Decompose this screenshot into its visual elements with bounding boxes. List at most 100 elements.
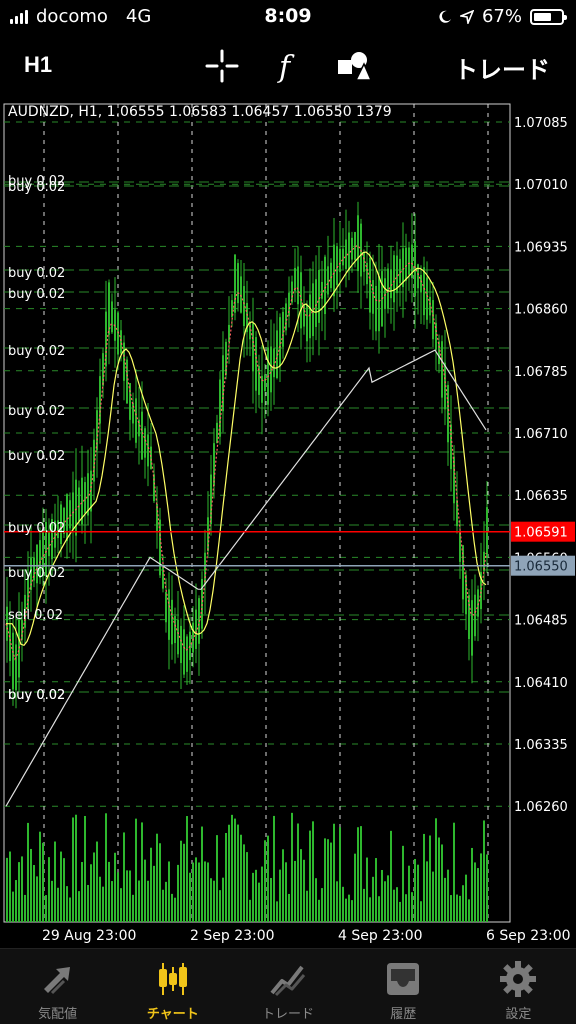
volume-bar	[48, 857, 50, 922]
candle-body	[129, 383, 131, 420]
crosshair-icon[interactable]	[204, 48, 240, 84]
volume-bar	[207, 862, 209, 922]
shapes-icon[interactable]	[336, 48, 372, 84]
tab-chart[interactable]: チャート	[115, 949, 230, 1024]
volume-bar	[315, 878, 317, 922]
candle-body	[120, 330, 122, 354]
candle-body	[111, 301, 113, 333]
symbol-info: AUDNZD, H1, 1.06555 1.06583 1.06457 1.06…	[8, 104, 392, 120]
volume-bar	[474, 862, 476, 922]
candle-body	[135, 398, 137, 443]
candle-body	[141, 411, 143, 460]
volume-bar	[363, 888, 365, 922]
volume-bar	[345, 898, 347, 922]
volume-bar	[444, 877, 446, 922]
candle-body	[318, 270, 320, 323]
volume-bar	[126, 870, 128, 922]
trade-button[interactable]: トレード	[454, 50, 550, 85]
candle-body	[456, 500, 458, 527]
tab-trade[interactable]: トレード	[230, 949, 345, 1024]
candle-body	[105, 311, 107, 367]
volume-bar	[15, 880, 17, 922]
time-label: 4 Sep 23:00	[338, 928, 423, 944]
volume-bar	[426, 861, 428, 922]
volume-bar	[69, 897, 71, 922]
candle-body	[399, 258, 401, 284]
volume-bar	[282, 849, 284, 922]
tab-settings[interactable]: 設定	[461, 949, 576, 1024]
candle-body	[174, 616, 176, 644]
candle-body	[183, 629, 185, 675]
volume-bar	[372, 876, 374, 922]
candle-body	[345, 239, 347, 269]
volume-bar	[21, 856, 23, 922]
volume-bar	[141, 822, 143, 922]
volume-bar	[225, 833, 227, 922]
candle-body	[357, 215, 359, 272]
volume-bar	[384, 881, 386, 922]
candle-body	[405, 247, 407, 282]
volume-bar	[273, 815, 275, 922]
volume-bar	[279, 869, 281, 922]
candle-body	[213, 443, 215, 486]
candle-body	[453, 456, 455, 504]
candle-body	[378, 276, 380, 332]
candle-body	[393, 255, 395, 303]
tab-history[interactable]: 履歴	[346, 949, 461, 1024]
timeframe-button[interactable]: H1	[24, 52, 52, 78]
volume-bar	[6, 857, 8, 922]
tab-quotes[interactable]: 気配値	[0, 949, 115, 1024]
price-label: 1.06935	[514, 240, 568, 255]
order-label: buy 0.02	[8, 521, 65, 536]
candle-body	[336, 246, 338, 285]
time-label: 6 Sep 23:00	[486, 928, 571, 944]
gear-icon	[500, 961, 537, 997]
volume-bar	[438, 837, 440, 922]
candle-body	[168, 589, 170, 640]
volume-bar	[129, 870, 131, 922]
volume-bar	[180, 840, 182, 922]
volume-bar	[99, 876, 101, 922]
candle-body	[243, 286, 245, 327]
volume-bar	[342, 886, 344, 922]
volume-bar	[285, 862, 287, 922]
chart-canvas[interactable]: 1.07085 1.07010 1.06935 1.06860 1.06785 1.067…	[0, 100, 576, 948]
volume-bar	[336, 881, 338, 922]
volume-bar	[81, 862, 83, 922]
volume-bar	[246, 852, 248, 922]
volume-bar	[66, 886, 68, 922]
volume-bar	[123, 832, 125, 922]
volume-bar	[465, 874, 467, 922]
volume-bar	[57, 887, 59, 922]
candle-body	[285, 303, 287, 331]
tab-label: 気配値	[38, 1007, 78, 1022]
candle-body	[315, 279, 317, 327]
candle-body	[21, 620, 23, 640]
candle-body	[297, 266, 299, 305]
volume-bar	[231, 814, 233, 922]
volume-bar	[318, 899, 320, 922]
volume-bar	[375, 858, 377, 922]
volume-bar	[414, 858, 416, 922]
volume-bar	[333, 823, 335, 922]
candle-body	[126, 359, 128, 404]
candle-body	[264, 374, 266, 392]
candle-body	[66, 494, 68, 541]
volume-bar	[108, 861, 110, 922]
candle-body	[426, 277, 428, 320]
volume-bar	[45, 895, 47, 922]
candle-body	[177, 619, 179, 655]
price-chart[interactable]: 1.07085 1.07010 1.06935 1.06860 1.06785 1.067…	[0, 100, 576, 948]
volume-bar	[174, 897, 176, 922]
price-label: 1.06410	[514, 676, 568, 691]
chart-toolbar: H1 f トレード	[0, 36, 576, 96]
price-label: 1.06785	[514, 365, 568, 380]
volume-bar	[120, 888, 122, 922]
volume-bar	[132, 894, 134, 922]
volume-bar	[303, 859, 305, 922]
volume-bar	[87, 884, 89, 922]
volume-bar	[42, 842, 44, 922]
function-icon[interactable]: f	[270, 48, 306, 84]
volume-bar	[450, 895, 452, 922]
volume-bar	[348, 894, 350, 922]
